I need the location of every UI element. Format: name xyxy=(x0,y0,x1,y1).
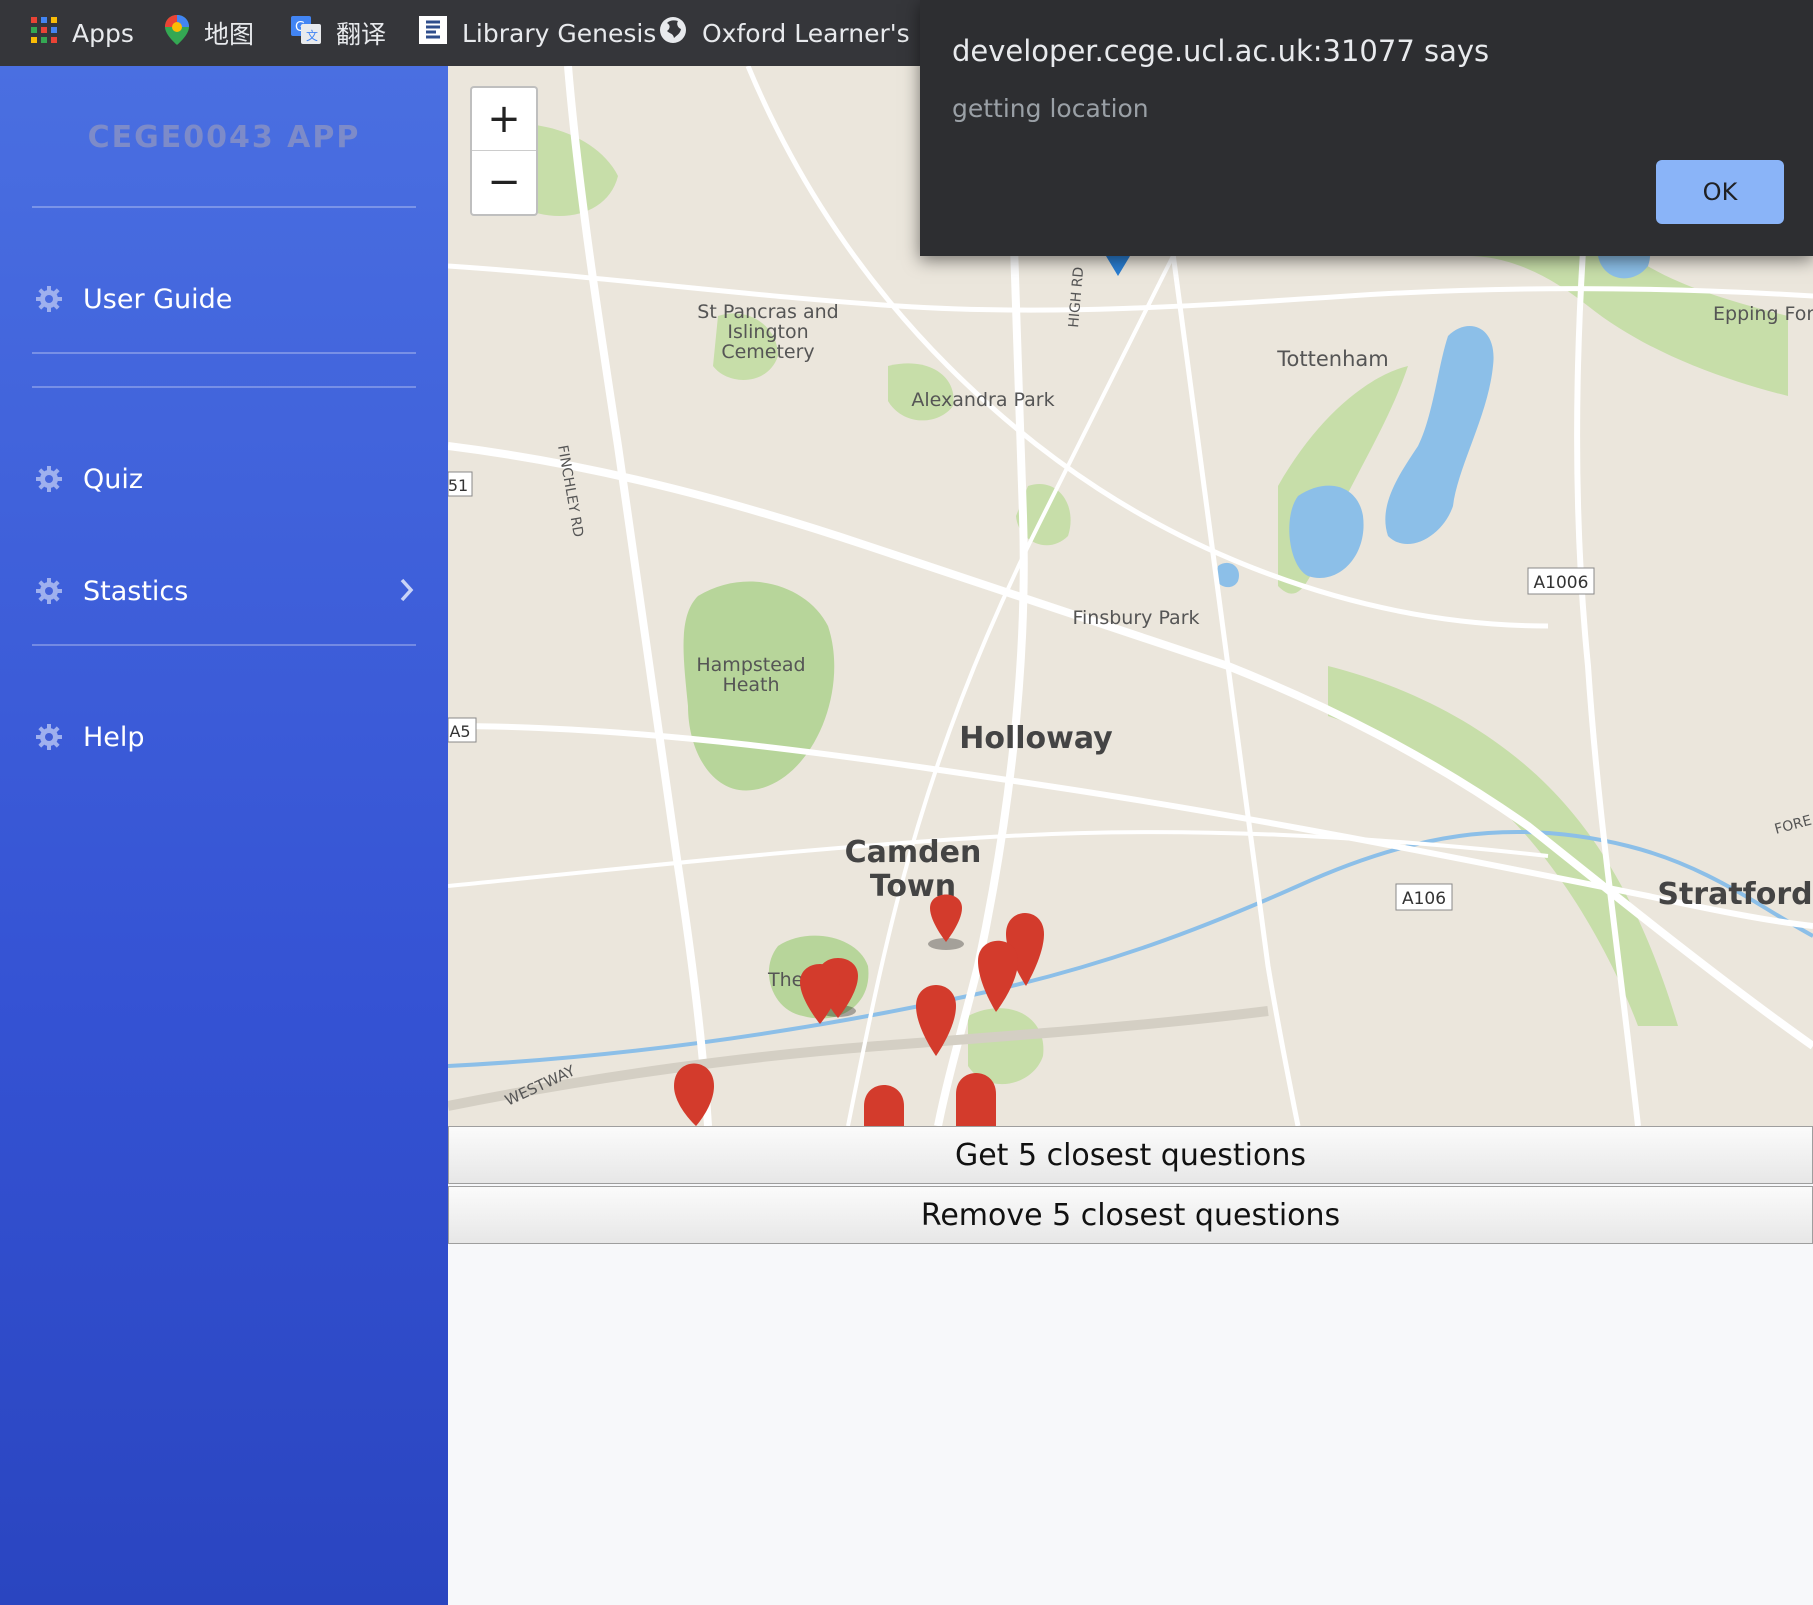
svg-text:A1006: A1006 xyxy=(1534,573,1589,593)
bookmark-label: 地图 xyxy=(204,20,255,49)
bookmark-label: 翻译 xyxy=(336,20,387,49)
bookmark-apps[interactable]: Apps xyxy=(30,0,134,66)
svg-text:51: 51 xyxy=(448,476,468,495)
sidebar-item-stastics[interactable]: Stastics xyxy=(35,571,415,611)
maps-pin-icon xyxy=(164,14,190,52)
divider xyxy=(32,352,416,354)
remove-closest-questions-button[interactable]: Remove 5 closest questions xyxy=(448,1186,1813,1244)
alert-dialog: developer.cege.ucl.ac.uk:31077 says gett… xyxy=(920,0,1813,256)
label-stratford: Stratford xyxy=(1657,877,1812,912)
gear-icon xyxy=(35,465,63,493)
divider xyxy=(32,386,416,388)
road-shield-a1006: A1006 xyxy=(1527,567,1595,595)
gear-icon xyxy=(35,285,63,313)
bookmark-library-genesis[interactable]: Library Genesis xyxy=(418,0,656,66)
sidebar-item-user-guide[interactable]: User Guide xyxy=(35,279,415,319)
zoom-out-button[interactable]: − xyxy=(472,151,536,213)
sidebar-item-quiz[interactable]: Quiz xyxy=(35,459,415,499)
gear-icon xyxy=(35,577,63,605)
label-camden: Camden xyxy=(845,835,982,870)
label-st-pancras: St Pancras and xyxy=(697,301,838,323)
ok-button[interactable]: OK xyxy=(1656,160,1784,224)
label-holloway: Holloway xyxy=(959,721,1113,756)
sidebar-item-label: Quiz xyxy=(83,463,144,495)
sidebar: CEGE0043 APP User Guide Quiz Stastics He… xyxy=(0,66,448,1605)
label-finsbury-park: Finsbury Park xyxy=(1072,607,1199,629)
sidebar-item-label: User Guide xyxy=(83,283,233,315)
divider xyxy=(32,206,416,208)
library-icon xyxy=(418,15,448,51)
label-islington: Islington xyxy=(727,321,808,343)
label-alexandra-park: Alexandra Park xyxy=(911,389,1054,411)
get-closest-questions-button[interactable]: Get 5 closest questions xyxy=(448,1126,1813,1184)
label-heath: Heath xyxy=(722,674,779,696)
zoom-control: + − xyxy=(470,86,538,216)
translate-icon: G文 xyxy=(290,15,322,51)
dialog-message: getting location xyxy=(952,94,1149,123)
apps-grid-icon xyxy=(30,16,58,50)
road-shield-51: 51 xyxy=(448,471,473,497)
sidebar-item-label: Stastics xyxy=(83,575,189,607)
sidebar-item-label: Help xyxy=(83,721,145,753)
bookmark-label: Library Genesis xyxy=(462,18,657,48)
road-shield-a106: A106 xyxy=(1395,883,1453,911)
sidebar-item-help[interactable]: Help xyxy=(35,717,415,757)
road-shield-a5: A5 xyxy=(448,717,477,743)
chevron-right-icon xyxy=(399,577,415,610)
svg-text:A106: A106 xyxy=(1402,889,1446,909)
marker[interactable] xyxy=(956,1073,996,1126)
bookmark-translate[interactable]: G文 翻译 xyxy=(290,0,386,66)
dialog-title: developer.cege.ucl.ac.uk:31077 says xyxy=(952,34,1490,68)
label-tottenham: Tottenham xyxy=(1276,347,1388,371)
bookmark-maps[interactable]: 地图 xyxy=(164,0,254,66)
gear-icon xyxy=(35,723,63,751)
svg-text:A5: A5 xyxy=(449,722,470,741)
label-cemetery: Cemetery xyxy=(721,341,814,363)
svg-text:文: 文 xyxy=(306,28,318,43)
marker[interactable] xyxy=(864,1085,904,1126)
bookmark-label: Apps xyxy=(72,18,134,48)
divider xyxy=(32,644,416,646)
label-hampstead: Hampstead xyxy=(696,654,805,676)
zoom-in-button[interactable]: + xyxy=(472,88,536,151)
label-epping: Epping For xyxy=(1713,303,1813,325)
app-brand: CEGE0043 APP xyxy=(87,120,361,155)
globe-icon xyxy=(658,15,688,51)
